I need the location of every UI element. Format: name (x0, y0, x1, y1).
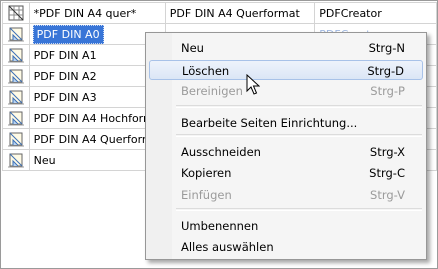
header-icon-cell (2, 2, 30, 24)
row-icon-cell (2, 128, 30, 150)
row-icon-cell (2, 44, 30, 66)
menu-item-umbenennen[interactable]: Umbenennen (149, 216, 423, 236)
menu-item-ausschneiden[interactable]: Ausschneiden Strg-X (149, 142, 423, 162)
menu-item-label: Neu (181, 41, 204, 55)
menu-item-neu[interactable]: Neu Strg-N (149, 38, 423, 58)
mouse-cursor-icon (246, 74, 260, 95)
menu-item-label: Einfügen (181, 188, 232, 202)
menu-item-label: Löschen (182, 64, 230, 78)
page-setup-icon (7, 153, 24, 168)
row-name-text: PDF DIN A2 (33, 69, 97, 83)
page-setup-icon (7, 27, 24, 42)
menu-item-shortcut: Strg-P (370, 84, 405, 98)
page-setup-icon (7, 69, 24, 84)
menu-item-label: Alles auswählen (181, 240, 274, 254)
menu-item-label: Bereinigen (181, 84, 243, 98)
row-icon-cell (2, 107, 30, 129)
menu-item-bereinigen[interactable]: Bereinigen Strg-P (149, 81, 423, 101)
menu-separator (176, 208, 422, 211)
menu-item-shortcut: Strg-X (369, 145, 405, 159)
context-menu: Neu Strg-N Löschen Strg-D Bereinigen Strg-P Be… (145, 32, 427, 260)
menu-item-label: Umbenennen (181, 219, 259, 233)
menu-item-shortcut: Strg-D (367, 64, 404, 78)
page-setup-icon (7, 90, 24, 105)
header-name: *PDF DIN A4 quer* (28, 2, 166, 24)
menu-item-shortcut: Strg-V (370, 188, 405, 202)
menu-item-alles-auswählen[interactable]: Alles auswählen (149, 237, 423, 257)
menu-item-label: Ausschneiden (181, 145, 261, 159)
page-setup-icon (7, 48, 24, 63)
row-icon-cell (2, 86, 30, 108)
page-setup-grid-icon (8, 5, 24, 21)
menu-item-bearbeite-seiten-einrichtung[interactable]: Bearbeite Seiten Einrichtung... (149, 113, 423, 133)
menu-item-löschen[interactable]: Löschen Strg-D (149, 60, 423, 80)
header-description: PDF DIN A4 Querformat (164, 2, 316, 24)
page-setup-icon (7, 132, 24, 147)
row-name-text: PDF DIN A3 (33, 90, 97, 104)
row-icon-cell (2, 149, 30, 171)
row-icon-cell (2, 65, 30, 87)
row-name-text: PDF DIN A0 (32, 24, 104, 44)
menu-item-label: Bearbeite Seiten Einrichtung... (181, 116, 358, 130)
row-icon-cell (2, 23, 30, 45)
table-header-row[interactable]: *PDF DIN A4 quer* PDF DIN A4 Querformat … (2, 2, 437, 24)
menu-item-shortcut: Strg-N (368, 41, 405, 55)
menu-item-kopieren[interactable]: Kopieren Strg-C (149, 163, 423, 183)
menu-item-shortcut: Strg-C (369, 166, 405, 180)
page-setup-icon (7, 111, 24, 126)
menu-separator (176, 105, 422, 108)
menu-separator (176, 134, 422, 137)
menu-item-label: Kopieren (181, 166, 232, 180)
header-printer: PDFCreator (314, 2, 437, 24)
row-name-text: Neu (33, 153, 56, 167)
menu-item-einfügen[interactable]: Einfügen Strg-V (149, 185, 423, 205)
row-name-text: PDF DIN A1 (33, 48, 97, 62)
